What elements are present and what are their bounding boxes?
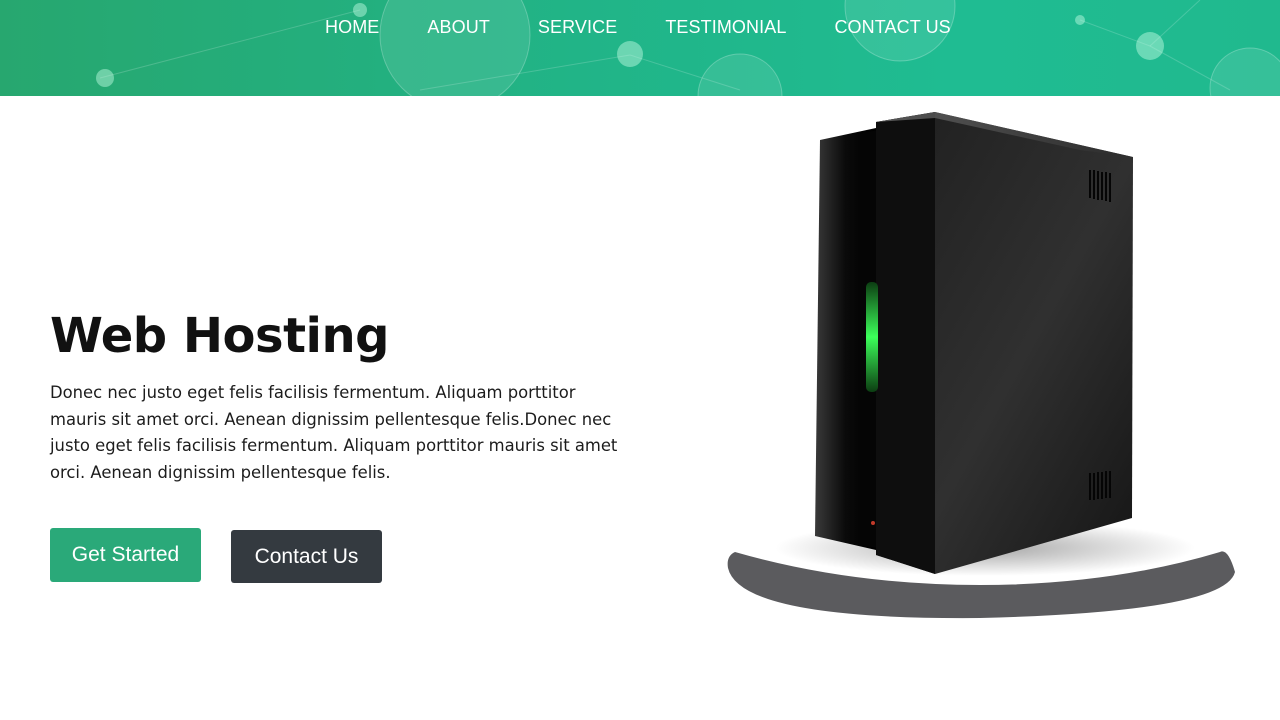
contact-us-button[interactable]: Contact Us <box>231 530 382 583</box>
nav-contact-us[interactable]: CONTACT US <box>834 16 950 38</box>
nav-testimonial[interactable]: TESTIMONIAL <box>665 16 786 38</box>
nav-about[interactable]: ABOUT <box>427 16 490 38</box>
molecule-background <box>96 0 1280 96</box>
nav-home[interactable]: HOME <box>325 16 379 38</box>
hero-description: Donec nec justo eget felis facilisis fer… <box>50 383 618 482</box>
server-tower-image <box>727 112 1235 619</box>
get-started-button[interactable]: Get Started <box>50 528 201 582</box>
hero-title: Web Hosting <box>50 308 390 364</box>
site-header: HOME ABOUT SERVICE TESTIMONIAL CONTACT U… <box>0 0 1280 96</box>
main-nav: HOME ABOUT SERVICE TESTIMONIAL CONTACT U… <box>325 16 951 38</box>
nav-service[interactable]: SERVICE <box>538 16 617 38</box>
